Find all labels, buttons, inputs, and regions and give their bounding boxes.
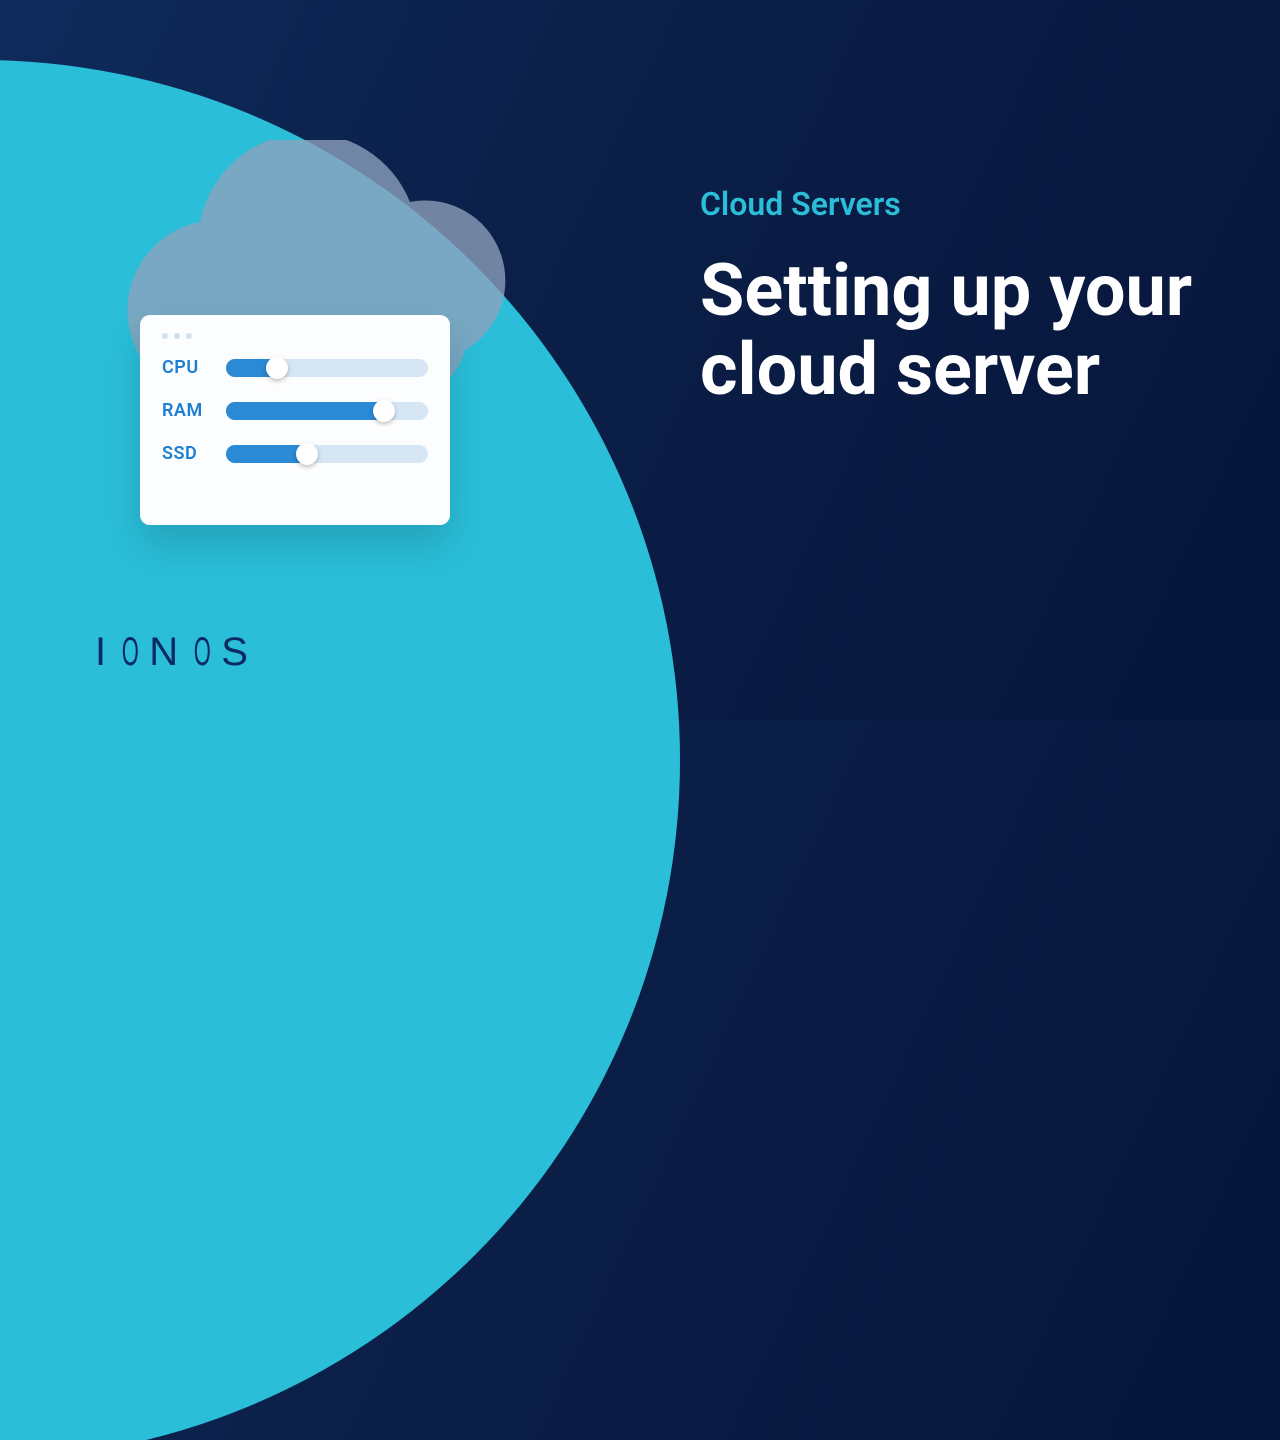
ssd-slider[interactable] (226, 445, 428, 463)
hero-text: Cloud Servers Setting up your cloud serv… (700, 185, 1220, 409)
slider-knob-icon[interactable] (266, 357, 288, 379)
slider-label: SSD (162, 443, 210, 464)
config-panel: CPU RAM SSD (140, 315, 450, 525)
slider-row-ram: RAM (162, 400, 428, 421)
headline: Setting up your cloud server (700, 251, 1220, 409)
ram-slider[interactable] (226, 402, 428, 420)
cpu-slider[interactable] (226, 359, 428, 377)
slider-knob-icon[interactable] (296, 443, 318, 465)
ionos-logo: IONOS (95, 630, 260, 675)
slider-fill (226, 445, 307, 463)
slider-knob-icon[interactable] (373, 400, 395, 422)
eyebrow: Cloud Servers (700, 185, 1220, 223)
slider-fill (226, 402, 384, 420)
slider-row-cpu: CPU (162, 357, 428, 378)
slider-label: CPU (162, 357, 210, 378)
window-dots-icon (162, 333, 428, 339)
slider-row-ssd: SSD (162, 443, 428, 464)
slider-label: RAM (162, 400, 210, 421)
cloud-illustration: CPU RAM SSD (70, 140, 520, 560)
